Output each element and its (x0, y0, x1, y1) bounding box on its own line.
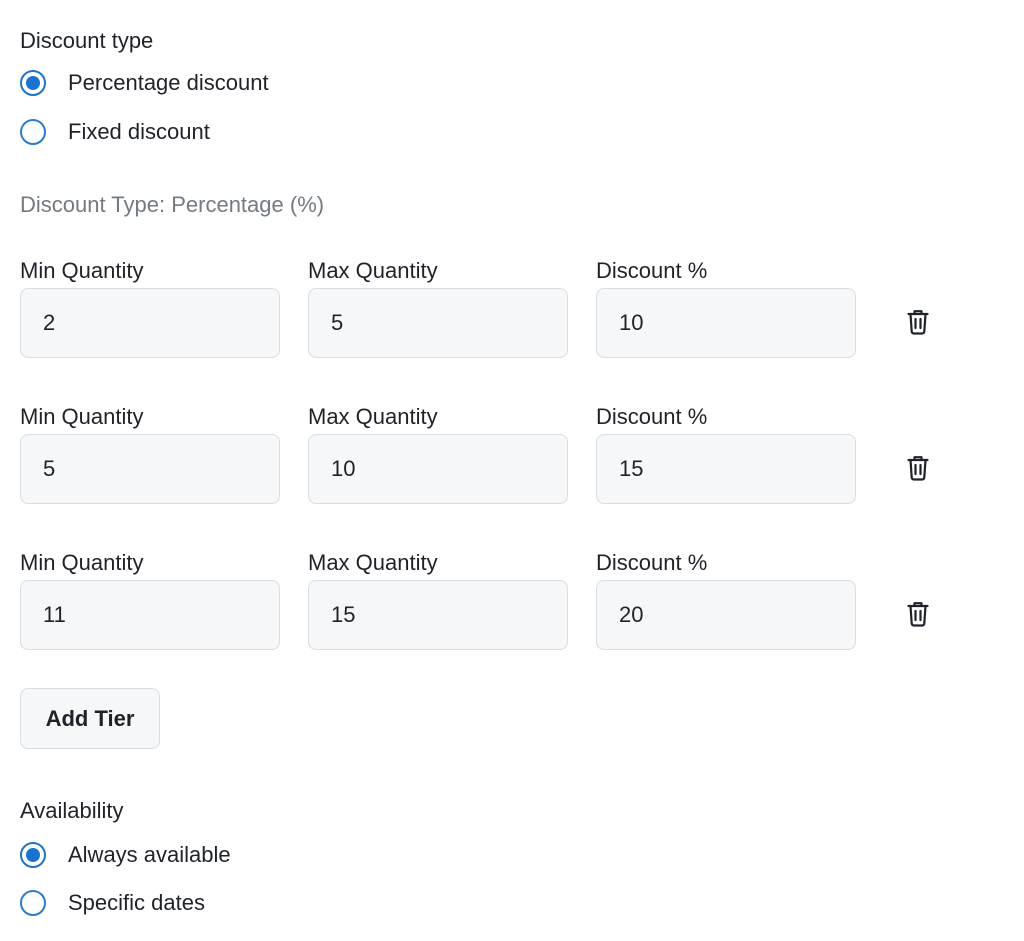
trash-icon[interactable] (902, 306, 934, 338)
radio-specific-dates[interactable]: Specific dates (20, 888, 205, 918)
discount-type-heading: Discount type (20, 28, 154, 53)
radio-always-available[interactable]: Always available (20, 840, 231, 870)
radio-checked-icon[interactable] (20, 70, 46, 96)
min-quantity-label: Min Quantity (20, 258, 144, 283)
radio-unchecked-icon[interactable] (20, 890, 46, 916)
discount-percent-label: Discount % (596, 404, 708, 429)
tier-row: Min Quantity Max Quantity Discount % (20, 258, 980, 378)
add-tier-button[interactable]: Add Tier (20, 688, 160, 749)
availability-heading: Availability (20, 798, 124, 823)
max-quantity-input[interactable] (308, 580, 568, 650)
min-quantity-label: Min Quantity (20, 550, 144, 575)
discount-type-summary: Discount Type: Percentage (%) (20, 192, 325, 217)
discount-percent-input[interactable] (596, 288, 856, 358)
tier-row: Min Quantity Max Quantity Discount % (20, 404, 980, 524)
discount-percent-label: Discount % (596, 258, 708, 283)
tier-row: Min Quantity Max Quantity Discount % (20, 550, 980, 670)
radio-label: Always available (68, 842, 231, 867)
min-quantity-input[interactable] (20, 434, 280, 504)
max-quantity-input[interactable] (308, 288, 568, 358)
max-quantity-input[interactable] (308, 434, 568, 504)
radio-label: Percentage discount (68, 70, 269, 95)
radio-unchecked-icon[interactable] (20, 119, 46, 145)
discount-percent-input[interactable] (596, 434, 856, 504)
max-quantity-label: Max Quantity (308, 258, 438, 283)
max-quantity-label: Max Quantity (308, 404, 438, 429)
radio-percentage-discount[interactable]: Percentage discount (20, 68, 269, 98)
radio-checked-icon[interactable] (20, 842, 46, 868)
trash-icon[interactable] (902, 452, 934, 484)
radio-label: Specific dates (68, 890, 205, 915)
min-quantity-input[interactable] (20, 580, 280, 650)
radio-label: Fixed discount (68, 119, 210, 144)
min-quantity-input[interactable] (20, 288, 280, 358)
discount-percent-label: Discount % (596, 550, 708, 575)
radio-fixed-discount[interactable]: Fixed discount (20, 117, 210, 147)
max-quantity-label: Max Quantity (308, 550, 438, 575)
trash-icon[interactable] (902, 598, 934, 630)
discount-percent-input[interactable] (596, 580, 856, 650)
min-quantity-label: Min Quantity (20, 404, 144, 429)
